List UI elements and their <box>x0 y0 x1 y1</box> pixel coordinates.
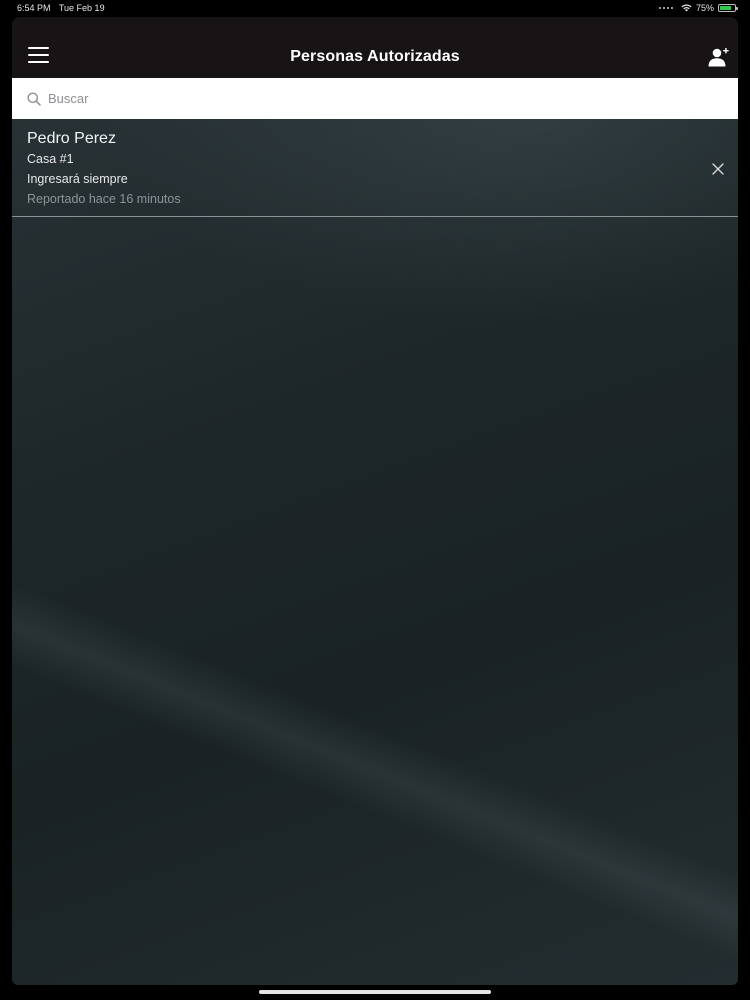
status-right: 75% <box>658 0 738 16</box>
close-icon[interactable] <box>712 163 724 175</box>
person-schedule: Ingresará siempre <box>27 172 128 186</box>
battery-percent: 75% <box>695 3 714 13</box>
search-input[interactable] <box>48 91 648 106</box>
battery-icon <box>718 4 738 12</box>
background-streak <box>12 557 738 969</box>
device-screen: 6:54 PM Tue Feb 19 75% Personas Autoriza… <box>0 0 750 1000</box>
navigation-header: Personas Autorizadas <box>12 17 738 78</box>
app-window: Personas Autorizadas Pedro Perez Casa #1… <box>12 17 738 985</box>
person-reported-time: Reportado hace 16 minutos <box>27 192 181 206</box>
status-bar: 6:54 PM Tue Feb 19 75% <box>0 0 750 16</box>
add-person-icon[interactable] <box>708 47 730 67</box>
battery-fill <box>720 6 731 10</box>
status-date: Tue Feb 19 <box>58 3 105 13</box>
person-house: Casa #1 <box>27 152 74 166</box>
home-indicator[interactable] <box>259 990 491 994</box>
list-item[interactable]: Pedro Perez Casa #1 Ingresará siempre Re… <box>12 119 738 217</box>
page-title: Personas Autorizadas <box>290 47 460 65</box>
hamburger-menu-icon[interactable] <box>28 47 49 63</box>
authorized-persons-list: Pedro Perez Casa #1 Ingresará siempre Re… <box>12 119 738 217</box>
person-name: Pedro Perez <box>27 130 116 147</box>
search-icon <box>27 92 41 106</box>
status-left: 6:54 PM Tue Feb 19 <box>17 0 111 16</box>
status-time: 6:54 PM <box>17 3 51 13</box>
wifi-icon <box>681 4 692 12</box>
multitasking-dots-icon <box>658 7 673 9</box>
search-bar <box>12 78 738 119</box>
